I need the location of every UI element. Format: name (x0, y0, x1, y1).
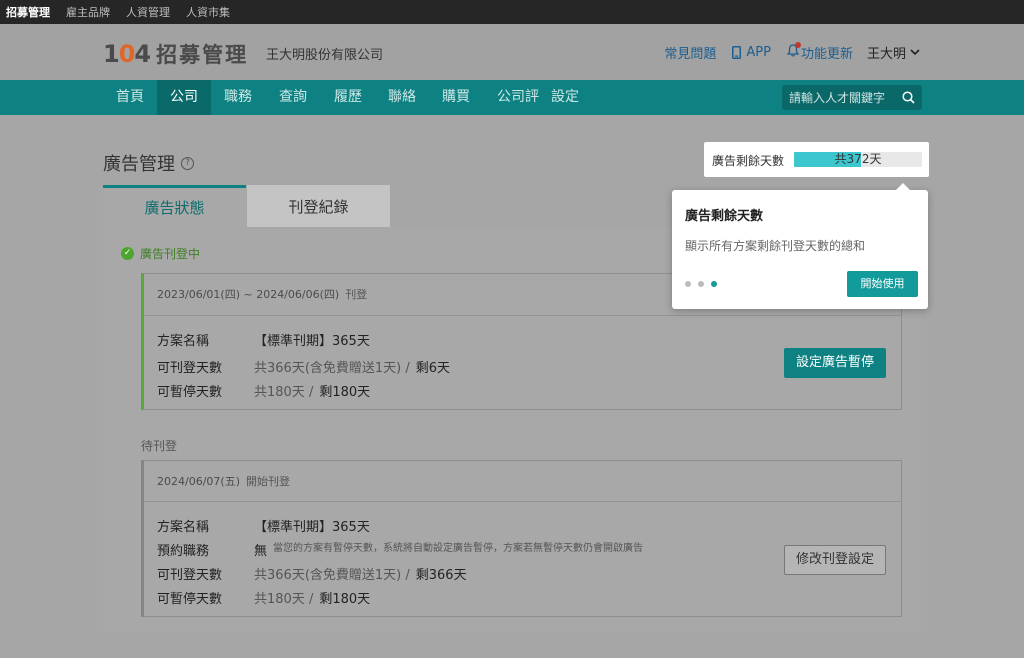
pending-ad-date-tag: 開始刊登 (245, 475, 290, 488)
pause-remain: 剩180天 (319, 592, 371, 607)
bell-icon (786, 42, 801, 61)
ad-status-label: 廣告刊登中 (140, 247, 201, 261)
pending-label: 待刊登 (141, 439, 178, 453)
popover-arrow (896, 183, 910, 190)
edit-publish-settings-button[interactable]: 修改刊登設定 (784, 545, 886, 575)
reserve-key: 預約職務 (157, 544, 210, 559)
pause-key: 可暫停天數 (157, 592, 223, 607)
pending-ad-date: 2024/06/07(五) 開始刊登 (144, 461, 901, 502)
pause-remain: 剩180天 (319, 385, 371, 400)
nav-item-search[interactable]: 查詢 (279, 80, 307, 115)
nav-item-company-review[interactable]: 公司評 (497, 80, 539, 115)
popover-step-dots (685, 281, 724, 287)
user-name: 王大明 (866, 47, 906, 62)
active-ad-days-row: 可刊登天數 共366天(含免費贈送1天) / 剩6天 (157, 357, 450, 376)
check-circle-icon: ✓ (121, 247, 134, 260)
topbar-item-hr-market[interactable]: 人資市集 (186, 4, 230, 20)
notification-dot (794, 42, 801, 48)
days-remain: 剩366天 (415, 568, 467, 583)
topbar-item-hr-management[interactable]: 人資管理 (126, 4, 170, 20)
app-link-label: APP (746, 45, 771, 60)
step-dot[interactable] (685, 281, 691, 287)
onboarding-popover: 廣告剩餘天數 顯示所有方案剩餘刊登天數的總和 開始使用 (672, 183, 928, 309)
plan-value: 【標準刊期】365天 (254, 520, 370, 535)
ad-status-indicator: ✓ 廣告刊登中 (121, 245, 200, 262)
talent-search-input[interactable] (789, 90, 897, 105)
pending-ad-card: 2024/06/07(五) 開始刊登 方案名稱 【標準刊期】365天 預約職務 無… (141, 460, 902, 617)
help-icon[interactable]: ? (181, 156, 194, 170)
updates-link[interactable]: 功能更新 (786, 42, 853, 62)
pending-ad-reserve-row: 預約職務 無 當您的方案有暫停天數，系統將自動設定廣告暫停，方案若無暫停天數仍會… (157, 540, 643, 559)
tab-ad-status[interactable]: 廣告狀態 (103, 185, 246, 227)
active-ad-period-dates: 2023/06/01(四) ~ 2024/06/06(四) (157, 288, 340, 301)
chevron-down-icon (910, 49, 920, 56)
days-remaining-widget: 廣告剩餘天數 共372天 (704, 142, 929, 177)
plan-key: 方案名稱 (157, 520, 210, 535)
start-button[interactable]: 開始使用 (847, 271, 918, 297)
topbar-item-employer-brand[interactable]: 雇主品牌 (66, 4, 110, 20)
pause-total: 共180天 / (254, 385, 314, 400)
reserve-note: 當您的方案有暫停天數，系統將自動設定廣告暫停，方案若無暫停天數仍會開啟廣告 (273, 543, 644, 554)
tab-publish-history[interactable]: 刊登紀錄 (247, 185, 390, 227)
popover-title: 廣告剩餘天數 (685, 209, 764, 224)
days-key: 可刊登天數 (157, 568, 223, 583)
pending-ad-date-value: 2024/06/07(五) (157, 475, 240, 488)
top-product-bar: 招募管理 雇主品牌 人資管理 人資市集 (0, 0, 1024, 24)
user-menu[interactable]: 王大明 (867, 43, 920, 62)
days-remain: 剩6天 (415, 361, 451, 376)
app-link[interactable]: APP (732, 45, 771, 60)
pause-key: 可暫停天數 (157, 385, 223, 400)
days-remaining-bar: 共372天 (794, 152, 922, 167)
active-ad-pause-row: 可暫停天數 共180天 / 剩180天 (157, 381, 370, 400)
page-title: 廣告管理 ? (103, 150, 194, 176)
days-total: 共366天(含免費贈送1天) / (254, 361, 410, 376)
plan-key: 方案名稱 (157, 334, 210, 349)
nav-item-settings[interactable]: 設定 (551, 80, 579, 115)
pending-ad-plan-row: 方案名稱 【標準刊期】365天 (157, 516, 370, 535)
main-nav: 首頁 公司 職務 查詢 履歷 聯絡 購買 公司評 設定 (0, 80, 1024, 115)
nav-item-contact[interactable]: 聯絡 (388, 80, 416, 115)
search-icon[interactable] (902, 91, 915, 104)
nav-item-company[interactable]: 公司 (157, 80, 211, 115)
days-total: 共366天(含免費贈送1天) / (254, 568, 410, 583)
active-ad-period-tag: 刊登 (345, 288, 368, 301)
active-ad-plan-row: 方案名稱 【標準刊期】365天 (157, 330, 370, 349)
days-remaining-label: 廣告剩餘天數 (712, 154, 785, 168)
logo[interactable]: 104 招募管理 (103, 39, 248, 69)
nav-item-resumes[interactable]: 履歷 (334, 80, 362, 115)
topbar-item-recruit[interactable]: 招募管理 (6, 4, 50, 20)
days-key: 可刊登天數 (157, 361, 223, 376)
logo-text: 招募管理 (156, 43, 249, 67)
talent-search (782, 85, 922, 110)
phone-icon (732, 46, 742, 59)
nav-item-jobs[interactable]: 職務 (224, 80, 252, 115)
popover-description: 顯示所有方案剩餘刊登天數的總和 (685, 239, 866, 253)
pause-total: 共180天 / (254, 592, 314, 607)
company-name: 王大明股份有限公司 (266, 48, 384, 63)
set-ad-pause-button[interactable]: 設定廣告暫停 (784, 348, 886, 378)
logo-number: 104 (103, 40, 151, 68)
header: 104 招募管理 王大明股份有限公司 常見問題 APP 功能更新 王大明 (0, 24, 1024, 80)
step-dot[interactable] (698, 281, 704, 287)
reserve-value: 無 (254, 544, 268, 559)
header-links: 常見問題 APP 功能更新 王大明 (648, 42, 920, 62)
nav-item-home[interactable]: 首頁 (116, 80, 144, 115)
faq-link[interactable]: 常見問題 (664, 43, 716, 62)
pending-ad-days-row: 可刊登天數 共366天(含免費贈送1天) / 剩366天 (157, 564, 467, 583)
pending-ad-pause-row: 可暫停天數 共180天 / 剩180天 (157, 588, 370, 607)
page-title-text: 廣告管理 (103, 154, 175, 175)
days-remaining-text: 共372天 (834, 152, 882, 166)
updates-link-label: 功能更新 (800, 47, 853, 62)
nav-item-purchase[interactable]: 購買 (442, 80, 470, 115)
plan-value: 【標準刊期】365天 (254, 334, 370, 349)
step-dot[interactable] (711, 281, 717, 287)
